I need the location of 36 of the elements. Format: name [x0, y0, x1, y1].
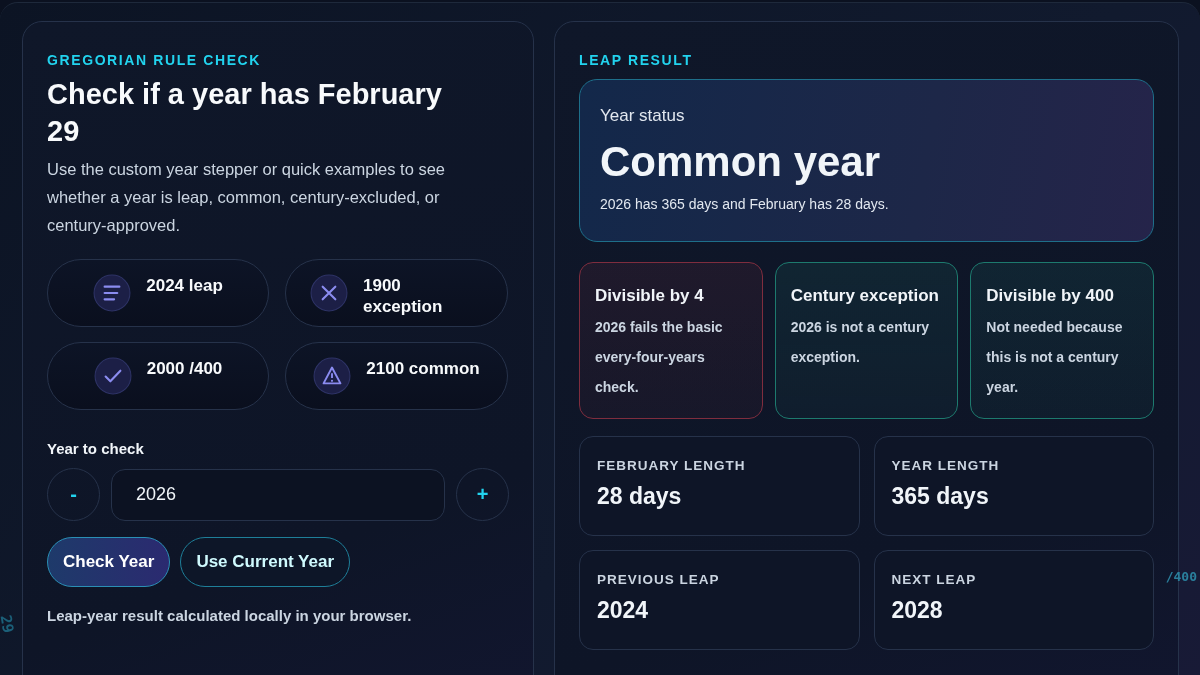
check-icon — [93, 357, 132, 395]
example-button[interactable]: 1900 exception — [285, 259, 508, 327]
rule-title: Divisible by 400 — [986, 285, 1115, 307]
background-number: 29 — [0, 613, 18, 635]
example-button[interactable]: 2024 leap — [47, 259, 269, 327]
check-year-button[interactable]: Check Year — [47, 537, 171, 587]
stat-label: NEXT LEAP — [891, 572, 978, 587]
rule-text: Not needed because this is not a century year. — [986, 318, 1124, 397]
stat-value: 2024 — [597, 597, 650, 624]
rule-text: 2026 fails the basic every-four-years check. — [595, 318, 724, 397]
rule-text: 2026 is not a century exception. — [790, 318, 931, 367]
stat-label: YEAR LENGTH — [891, 458, 1001, 473]
footnote: Leap-year result calculated locally in your browser. — [47, 607, 413, 624]
stat-label: FEBRUARY LENGTH — [597, 458, 747, 473]
status-detail: 2026 has 365 days and February has 28 days. — [600, 196, 890, 212]
stat-label: PREVIOUS LEAP — [597, 572, 721, 587]
page-title: Check if a year has February 29 — [47, 77, 443, 149]
example-button[interactable]: 2100 common — [285, 342, 508, 410]
description: Use the custom year stepper or quick examples to see whether a year is leap, common, century-excluded, or century-approved. — [47, 159, 447, 236]
status-value: Common year — [600, 138, 882, 186]
warning-icon — [313, 357, 352, 395]
field-label: Year to check — [47, 440, 145, 457]
background-number: /400 — [1165, 569, 1197, 584]
section-label: LEAP RESULT — [579, 52, 694, 68]
stat-value: 2028 — [891, 597, 944, 624]
x-icon — [310, 274, 348, 312]
status-label: Year status — [600, 106, 686, 126]
lines-icon — [93, 274, 132, 312]
example-button[interactable]: 2000 /400 — [47, 342, 269, 410]
year-input-field[interactable]: 2026 — [111, 468, 445, 521]
current-year-button[interactable]: Use Current Year — [180, 537, 351, 587]
stat-value: 365 days — [891, 483, 990, 510]
stat-value: 28 days — [597, 483, 683, 510]
rule-title: Divisible by 4 — [595, 285, 705, 307]
section-label: GREGORIAN RULE CHECK — [47, 52, 262, 68]
rule-title: Century exception — [790, 285, 940, 307]
